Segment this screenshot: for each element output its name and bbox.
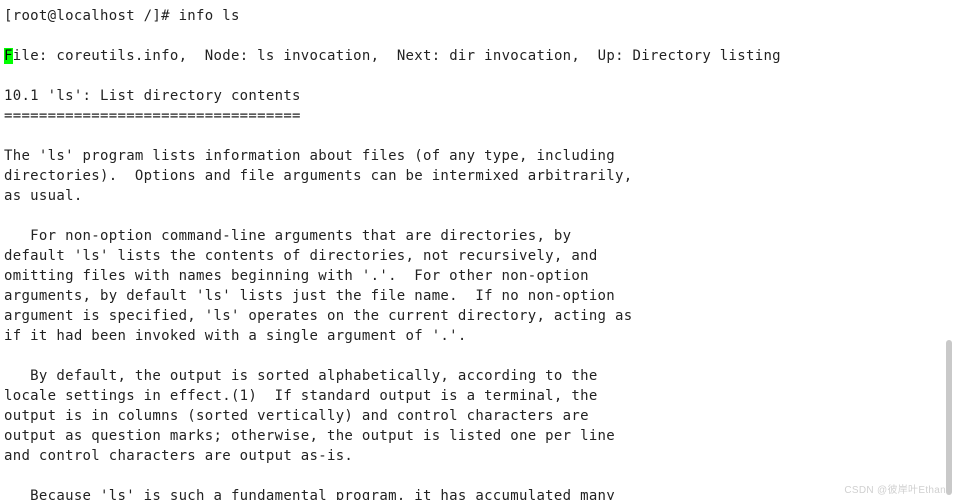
- info-header-file: ile: coreutils.info,: [13, 48, 188, 64]
- shell-prompt: [root@localhost /]# info ls: [4, 8, 240, 24]
- body-line: arguments, by default 'ls' lists just th…: [4, 286, 950, 306]
- body-line: and control characters are output as-is.: [4, 446, 950, 466]
- watermark: CSDN @彼岸叶Ethan: [844, 481, 946, 496]
- scrollbar-thumb[interactable]: [946, 340, 952, 495]
- body-line: Because 'ls' is such a fundamental progr…: [4, 486, 950, 500]
- info-header-up: Up: Directory listing: [598, 48, 781, 64]
- section-title: 10.1 'ls': List directory contents: [4, 88, 301, 104]
- cursor: F: [4, 48, 13, 64]
- body-line: locale settings in effect.(1) If standar…: [4, 386, 950, 406]
- terminal-output[interactable]: [root@localhost /]# info ls File: coreut…: [0, 0, 954, 500]
- info-header-node: Node: ls invocation,: [205, 48, 380, 64]
- body-line: argument is specified, 'ls' operates on …: [4, 306, 950, 326]
- body-line: as usual.: [4, 186, 950, 206]
- body-line: directories). Options and file arguments…: [4, 166, 950, 186]
- body-line: output as question marks; otherwise, the…: [4, 426, 950, 446]
- section-rule: ==================================: [4, 108, 301, 124]
- body-line: output is in columns (sorted vertically)…: [4, 406, 950, 426]
- body-line: if it had been invoked with a single arg…: [4, 326, 950, 346]
- body-line: omitting files with names beginning with…: [4, 266, 950, 286]
- body-line: The 'ls' program lists information about…: [4, 146, 950, 166]
- body-line: For non-option command-line arguments th…: [4, 226, 950, 246]
- body-line: By default, the output is sorted alphabe…: [4, 366, 950, 386]
- info-header-next: Next: dir invocation,: [397, 48, 580, 64]
- body-line: default 'ls' lists the contents of direc…: [4, 246, 950, 266]
